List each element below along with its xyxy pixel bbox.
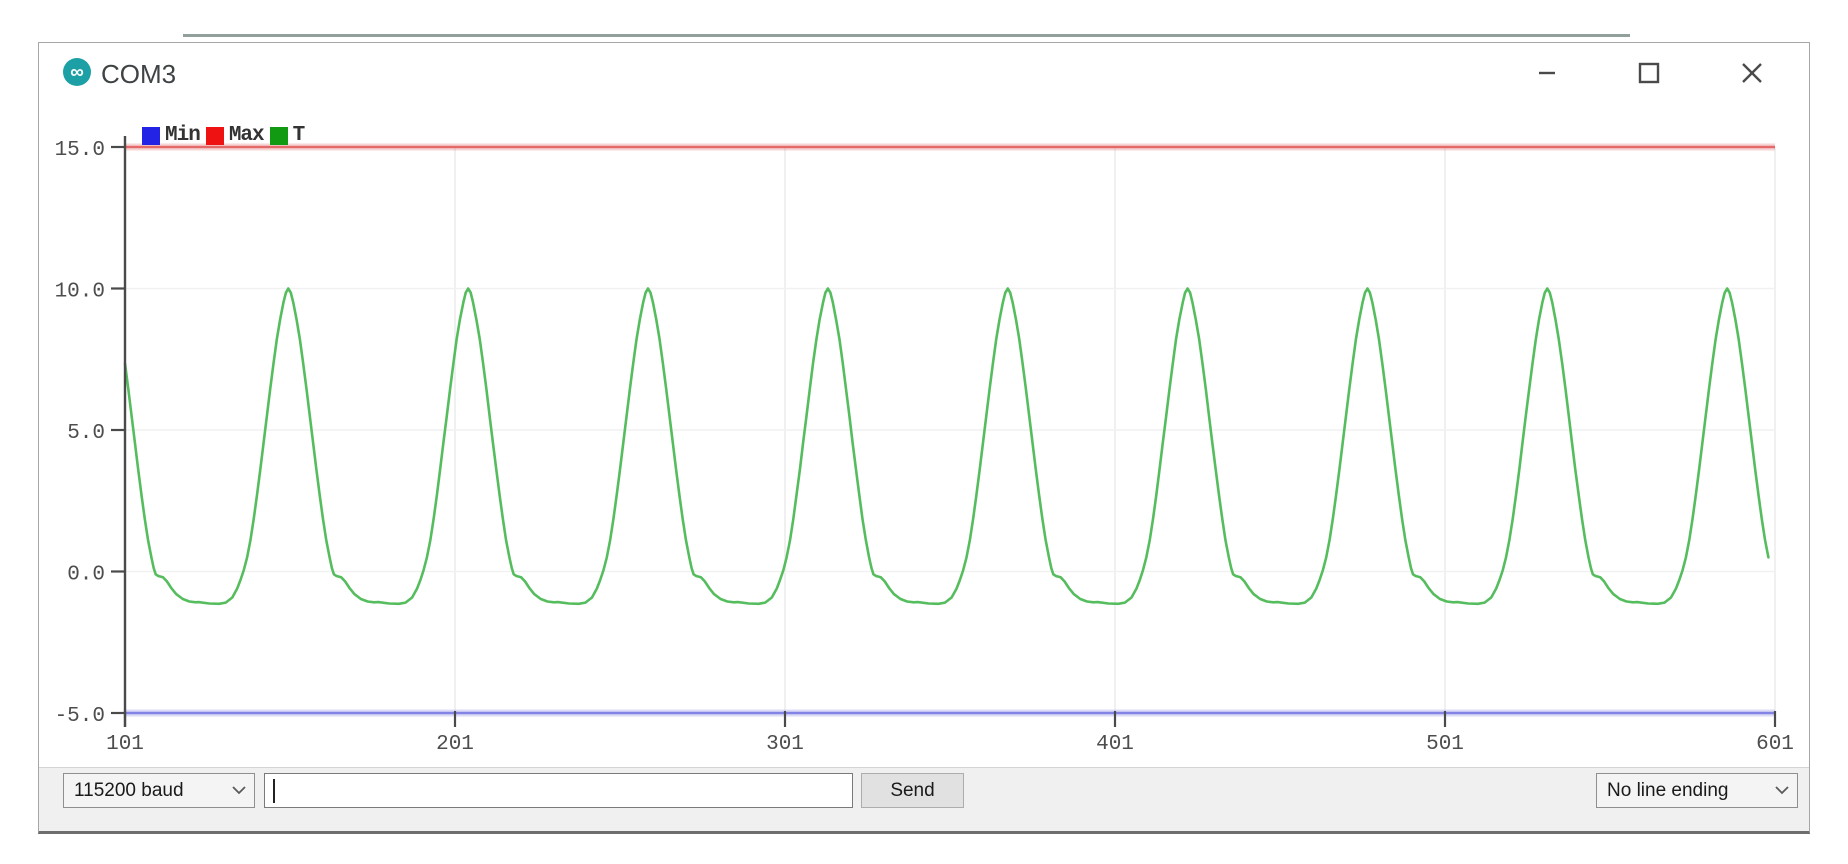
plot-area: Min Max T 15.0 10.0 5.0 0.0 -5.0101 201 301 401…: [39, 101, 1809, 767]
maximize-button[interactable]: [1626, 57, 1672, 89]
svg-text:5.0: 5.0: [67, 422, 105, 445]
legend-label-max: Max: [229, 124, 264, 147]
chevron-down-icon: [1775, 786, 1789, 795]
screenshot-canvas: ∞ COM3 Min: [0, 0, 1848, 864]
serial-message-field: [264, 773, 853, 808]
line-ending-select[interactable]: No line ending: [1596, 773, 1798, 808]
legend-swatch-min: [142, 127, 160, 145]
text-caret: [273, 779, 275, 803]
legend-swatch-max: [206, 127, 224, 145]
chart-svg: 15.0 10.0 5.0 0.0 -5.0101 201 301 401 501 601: [39, 101, 1809, 767]
chart-legend: Min Max T: [142, 124, 310, 147]
svg-text:0.0: 0.0: [67, 564, 105, 587]
svg-text:601: 601: [1756, 733, 1794, 756]
legend-swatch-t: [270, 127, 288, 145]
line-ending-value: No line ending: [1607, 780, 1728, 802]
baud-rate-select[interactable]: 115200 baud: [63, 773, 255, 808]
maximize-icon: [1636, 60, 1662, 86]
baud-rate-value: 115200 baud: [74, 780, 184, 802]
close-icon: [1739, 60, 1765, 86]
send-button[interactable]: Send: [861, 773, 964, 808]
serial-toolbar: 115200 baud Send No line ending: [39, 767, 1809, 831]
chevron-down-icon: [232, 786, 246, 795]
svg-text:101: 101: [106, 733, 144, 756]
page-artifact-line: [183, 34, 1630, 37]
svg-text:201: 201: [436, 733, 474, 756]
serial-message-input[interactable]: [273, 774, 843, 807]
minimize-icon: [1534, 60, 1560, 86]
legend-label-min: Min: [165, 124, 200, 147]
svg-text:-5.0: -5.0: [55, 705, 105, 728]
titlebar[interactable]: ∞ COM3: [39, 43, 1809, 101]
svg-text:15.0: 15.0: [55, 139, 105, 162]
svg-text:401: 401: [1096, 733, 1134, 756]
arduino-icon: ∞: [63, 58, 91, 86]
window-title: COM3: [101, 43, 176, 101]
legend-label-t: T: [293, 124, 305, 147]
close-button[interactable]: [1729, 57, 1775, 89]
svg-text:301: 301: [766, 733, 804, 756]
minimize-button[interactable]: [1524, 57, 1570, 89]
svg-text:501: 501: [1426, 733, 1464, 756]
serial-plotter-window: ∞ COM3 Min: [38, 42, 1810, 834]
svg-text:10.0: 10.0: [55, 281, 105, 304]
